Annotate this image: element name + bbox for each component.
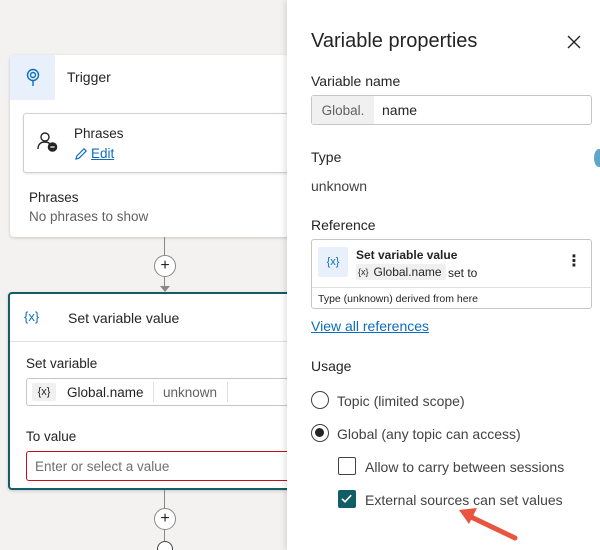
edit-link-label: Edit xyxy=(91,146,115,161)
type-label: Type xyxy=(311,149,342,165)
variable-name-field: Global. xyxy=(311,95,600,125)
connector-line xyxy=(164,237,165,255)
type-value: unknown xyxy=(311,178,368,194)
checkbox-external-sources[interactable] xyxy=(338,490,356,508)
divider xyxy=(227,382,228,402)
trigger-phrases-label: Phrases xyxy=(29,190,79,205)
radio-topic-scope[interactable] xyxy=(311,391,329,409)
radio-label-global: Global (any topic can access) xyxy=(337,426,521,442)
divider xyxy=(312,287,591,288)
divider xyxy=(153,382,154,402)
usage-label: Usage xyxy=(311,358,352,374)
reference-title: Set variable value xyxy=(356,248,458,262)
checkbox-label-carry: Allow to carry between sessions xyxy=(365,459,565,475)
more-options-icon[interactable]: ⋮ xyxy=(566,254,582,270)
phrases-card[interactable]: Phrases Edit xyxy=(23,113,287,173)
variable-selector[interactable]: {x} Global.name unknown xyxy=(26,378,287,406)
variable-properties-panel: Variable properties Variable name Global… xyxy=(287,0,600,550)
panel-title: Variable properties xyxy=(311,30,478,52)
pencil-icon xyxy=(75,147,88,160)
connector-line xyxy=(164,490,165,508)
add-node-button[interactable]: + xyxy=(154,508,176,530)
variable-name-input[interactable] xyxy=(374,96,600,124)
edit-phrases-link[interactable]: Edit xyxy=(74,146,114,161)
trigger-header: Trigger xyxy=(10,55,287,100)
to-value-input[interactable] xyxy=(26,451,287,481)
trigger-node[interactable]: Trigger Phrases Edit Phrases No phrases … xyxy=(10,55,287,237)
radio-label-topic: Topic (limited scope) xyxy=(337,393,465,409)
view-all-references-link[interactable]: View all references xyxy=(311,318,429,334)
set-variable-node[interactable]: {x} Set variable value Set variable {x} … xyxy=(8,292,287,490)
to-value-label: To value xyxy=(26,429,77,444)
add-node-button[interactable]: + xyxy=(154,255,176,277)
variable-name-label: Variable name xyxy=(311,73,401,89)
trigger-title: Trigger xyxy=(67,69,111,85)
variable-icon: {x} xyxy=(24,309,40,324)
edge-indicator xyxy=(594,149,600,167)
connector-line xyxy=(164,529,165,541)
set-variable-label: Set variable xyxy=(26,356,98,371)
variable-icon: {x} xyxy=(318,247,348,277)
set-variable-title: Set variable value xyxy=(68,310,180,326)
phrases-card-title: Phrases xyxy=(74,126,124,141)
variable-icon: {x} xyxy=(358,267,369,277)
reference-suffix: set to xyxy=(448,266,478,280)
end-node-circle xyxy=(157,541,173,550)
person-chat-icon xyxy=(37,131,59,158)
variable-name: Global.name xyxy=(67,385,144,400)
reference-label: Reference xyxy=(311,217,376,233)
divider xyxy=(10,341,287,342)
trigger-icon xyxy=(10,55,55,100)
variable-chip-text: Global.name xyxy=(373,265,442,279)
radio-global-scope[interactable] xyxy=(311,424,329,442)
close-icon[interactable] xyxy=(566,34,582,50)
variable-type: unknown xyxy=(163,385,218,400)
reference-card[interactable]: {x} Set variable value {x} Global.name s… xyxy=(311,239,592,309)
variable-icon: {x} xyxy=(32,383,56,401)
checkbox-carry-between-sessions[interactable] xyxy=(338,457,356,475)
authoring-canvas: Trigger Phrases Edit Phrases No phrases … xyxy=(0,0,287,550)
variable-chip: {x} Global.name xyxy=(356,264,446,280)
reference-footer: Type (unknown) derived from here xyxy=(318,293,478,305)
checkmark-icon xyxy=(341,494,352,503)
annotation-arrow-icon xyxy=(459,508,518,541)
variable-name-prefix: Global. xyxy=(312,96,374,124)
trigger-phrases-empty: No phrases to show xyxy=(29,209,149,224)
